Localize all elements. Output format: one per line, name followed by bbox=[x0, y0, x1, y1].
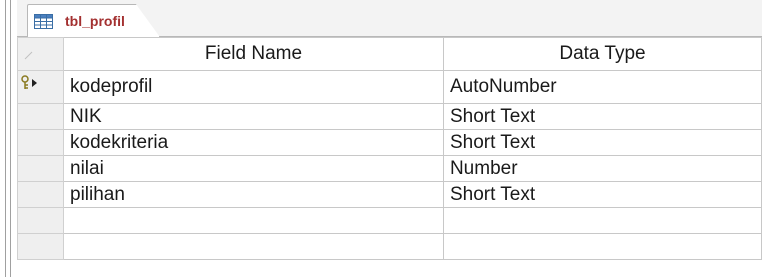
data-type-cell[interactable]: Short Text bbox=[442, 103, 762, 130]
header-row: Field Name Data Type bbox=[17, 37, 762, 71]
row-selector[interactable] bbox=[17, 233, 64, 260]
table-row[interactable]: nilai Number bbox=[17, 155, 762, 182]
row-selector[interactable] bbox=[17, 207, 64, 234]
column-header-field-name[interactable]: Field Name bbox=[63, 37, 444, 71]
table-row[interactable]: kodeprofil AutoNumber bbox=[17, 70, 762, 104]
data-type-cell[interactable]: Number bbox=[442, 155, 762, 182]
field-name-cell[interactable]: kodeprofil bbox=[63, 70, 444, 104]
table-row-empty[interactable] bbox=[17, 207, 762, 234]
data-type-cell[interactable]: Short Text bbox=[442, 129, 762, 156]
document-tab-bar: tbl_profil bbox=[17, 0, 762, 37]
column-header-data-type[interactable]: Data Type bbox=[442, 37, 762, 71]
field-name-cell[interactable]: NIK bbox=[63, 103, 444, 130]
row-selector[interactable] bbox=[17, 103, 64, 130]
data-type-cell[interactable] bbox=[442, 207, 762, 234]
row-selector[interactable] bbox=[17, 181, 64, 208]
data-type-cell[interactable] bbox=[442, 233, 762, 260]
data-type-cell[interactable]: AutoNumber bbox=[442, 70, 762, 104]
field-name-cell[interactable]: nilai bbox=[63, 155, 444, 182]
tab-tbl-profil[interactable]: tbl_profil bbox=[27, 4, 160, 37]
row-selector[interactable] bbox=[17, 155, 64, 182]
field-name-cell[interactable]: kodekriteria bbox=[63, 129, 444, 156]
window-left-border bbox=[0, 0, 17, 277]
field-name-cell[interactable] bbox=[63, 233, 444, 260]
select-all-corner[interactable] bbox=[17, 37, 64, 71]
field-name-cell[interactable]: pilihan bbox=[63, 181, 444, 208]
row-selector[interactable] bbox=[17, 129, 64, 156]
field-grid: Field Name Data Type kodeprofil AutoNumb… bbox=[17, 37, 762, 260]
table-row[interactable]: pilihan Short Text bbox=[17, 181, 762, 208]
primary-key-icon bbox=[21, 75, 37, 89]
table-row[interactable]: NIK Short Text bbox=[17, 103, 762, 130]
field-name-cell[interactable] bbox=[63, 207, 444, 234]
row-selector[interactable] bbox=[17, 70, 64, 104]
table-row[interactable]: kodekriteria Short Text bbox=[17, 129, 762, 156]
table-icon bbox=[34, 14, 53, 29]
tab-label: tbl_profil bbox=[65, 13, 125, 29]
table-row-empty[interactable] bbox=[17, 233, 762, 260]
data-type-cell[interactable]: Short Text bbox=[442, 181, 762, 208]
